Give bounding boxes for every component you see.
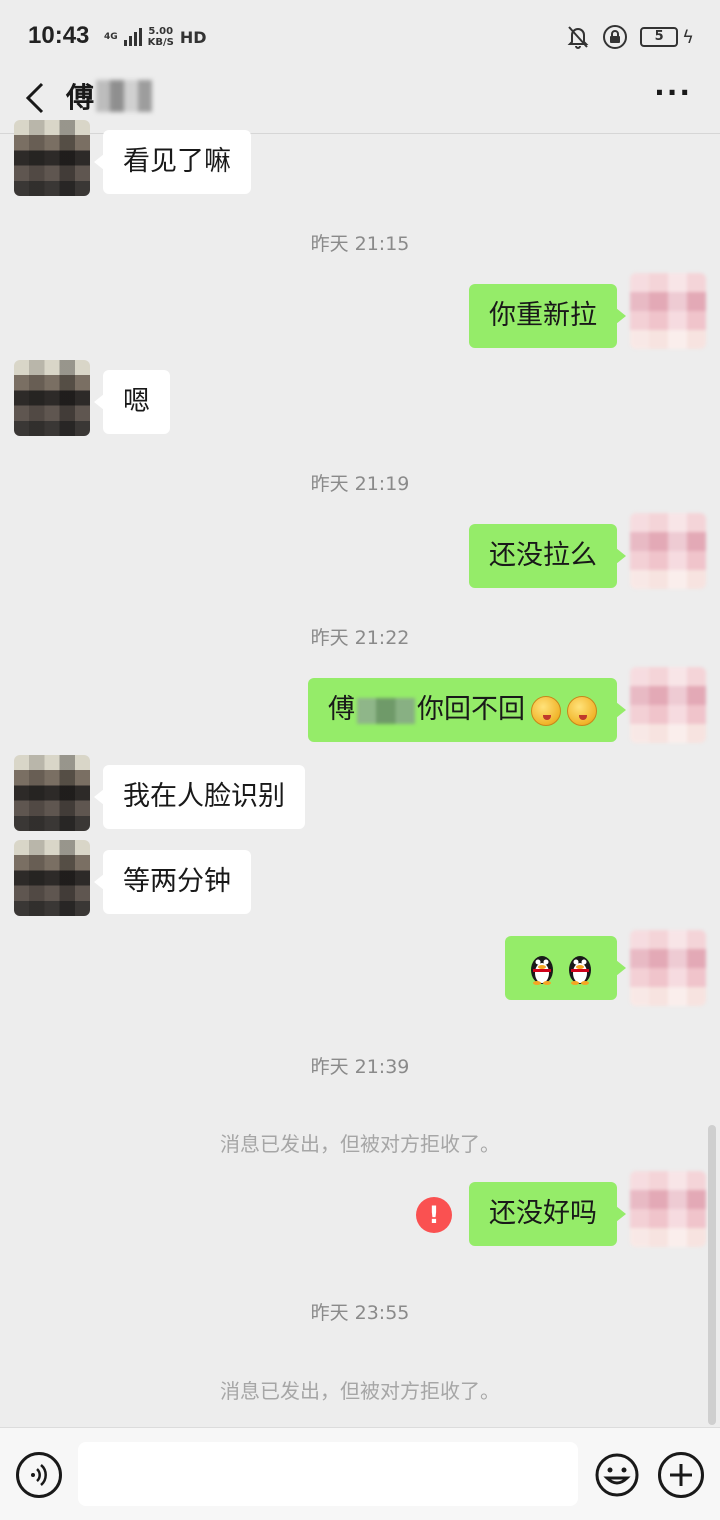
received-message[interactable]: 看见了嘛 bbox=[94, 130, 251, 194]
network-speed: 5.00 KB/S bbox=[148, 26, 174, 48]
send-failed-icon[interactable]: ! bbox=[416, 1197, 452, 1233]
signal-icon bbox=[123, 28, 142, 46]
self-avatar[interactable] bbox=[630, 513, 706, 589]
redacted-name bbox=[96, 80, 152, 112]
penguin-emoji-icon bbox=[569, 955, 591, 985]
timestamp: 昨天 21:39 bbox=[310, 1056, 410, 1078]
status-bar: 10:43 4G 5.00 KB/S HD 5 ϟ bbox=[0, 0, 720, 72]
timestamp: 昨天 23:55 bbox=[310, 1302, 410, 1324]
charging-icon: ϟ bbox=[682, 26, 694, 48]
received-message[interactable]: 我在人脸识别 bbox=[94, 765, 305, 829]
input-bar bbox=[0, 1427, 720, 1520]
message-text-prefix: 傅 bbox=[328, 694, 355, 725]
sent-message[interactable]: 傅 你回不回 bbox=[308, 678, 626, 742]
back-arrow-icon[interactable] bbox=[18, 78, 58, 118]
timestamp: 昨天 21:22 bbox=[310, 627, 410, 649]
status-icons: 5 ϟ bbox=[566, 22, 694, 52]
mute-bell-icon bbox=[567, 26, 589, 49]
sent-message[interactable]: 你重新拉 bbox=[469, 284, 626, 348]
penguin-emoji-icon bbox=[531, 955, 553, 985]
message-input[interactable] bbox=[78, 1442, 578, 1506]
received-message[interactable]: 嗯 bbox=[94, 370, 170, 434]
timestamp: 昨天 21:15 bbox=[310, 233, 410, 255]
chat-header: 傅 ··· bbox=[0, 72, 720, 134]
contact-avatar[interactable] bbox=[14, 755, 90, 831]
battery-icon: 5 bbox=[640, 27, 679, 47]
self-avatar[interactable] bbox=[630, 273, 706, 349]
voice-icon bbox=[31, 1464, 47, 1486]
emoji-icon[interactable] bbox=[594, 1452, 640, 1498]
self-avatar[interactable] bbox=[630, 1171, 706, 1247]
more-options-icon[interactable]: ··· bbox=[654, 76, 692, 109]
rejected-notice: 消息已发出，但被对方拒收了。 bbox=[220, 1132, 500, 1156]
plus-icon bbox=[670, 1464, 692, 1486]
rotation-lock-icon bbox=[603, 25, 628, 49]
sent-message[interactable] bbox=[505, 936, 626, 1000]
redacted-name bbox=[357, 697, 415, 724]
contact-avatar[interactable] bbox=[14, 360, 90, 436]
voice-input-button[interactable] bbox=[16, 1452, 62, 1498]
timestamp: 昨天 21:19 bbox=[310, 473, 410, 495]
contact-avatar[interactable] bbox=[14, 840, 90, 916]
shush-emoji-icon bbox=[531, 695, 561, 726]
self-avatar[interactable] bbox=[630, 930, 706, 1006]
more-functions-button[interactable] bbox=[658, 1452, 704, 1498]
chat-title: 傅 bbox=[66, 81, 95, 114]
received-message[interactable]: 等两分钟 bbox=[94, 850, 251, 914]
sent-message[interactable]: 还没拉么 bbox=[469, 524, 626, 588]
scrollbar[interactable] bbox=[708, 1125, 716, 1425]
contact-avatar[interactable] bbox=[14, 120, 90, 196]
speed-unit: KB/S bbox=[147, 37, 174, 48]
rejected-notice: 消息已发出，但被对方拒收了。 bbox=[220, 1379, 500, 1403]
network-type: 4G bbox=[104, 31, 118, 42]
speed-value: 5.00 bbox=[148, 26, 174, 37]
sent-message[interactable]: 还没好吗 bbox=[469, 1182, 626, 1246]
self-avatar[interactable] bbox=[630, 667, 706, 743]
shush-emoji-icon bbox=[567, 695, 597, 726]
hd-label: HD bbox=[179, 27, 207, 47]
status-time: 10:43 bbox=[28, 22, 90, 49]
network-indicator: 4G 5.00 KB/S HD bbox=[104, 24, 207, 50]
message-text-suffix: 你回不回 bbox=[417, 694, 525, 725]
